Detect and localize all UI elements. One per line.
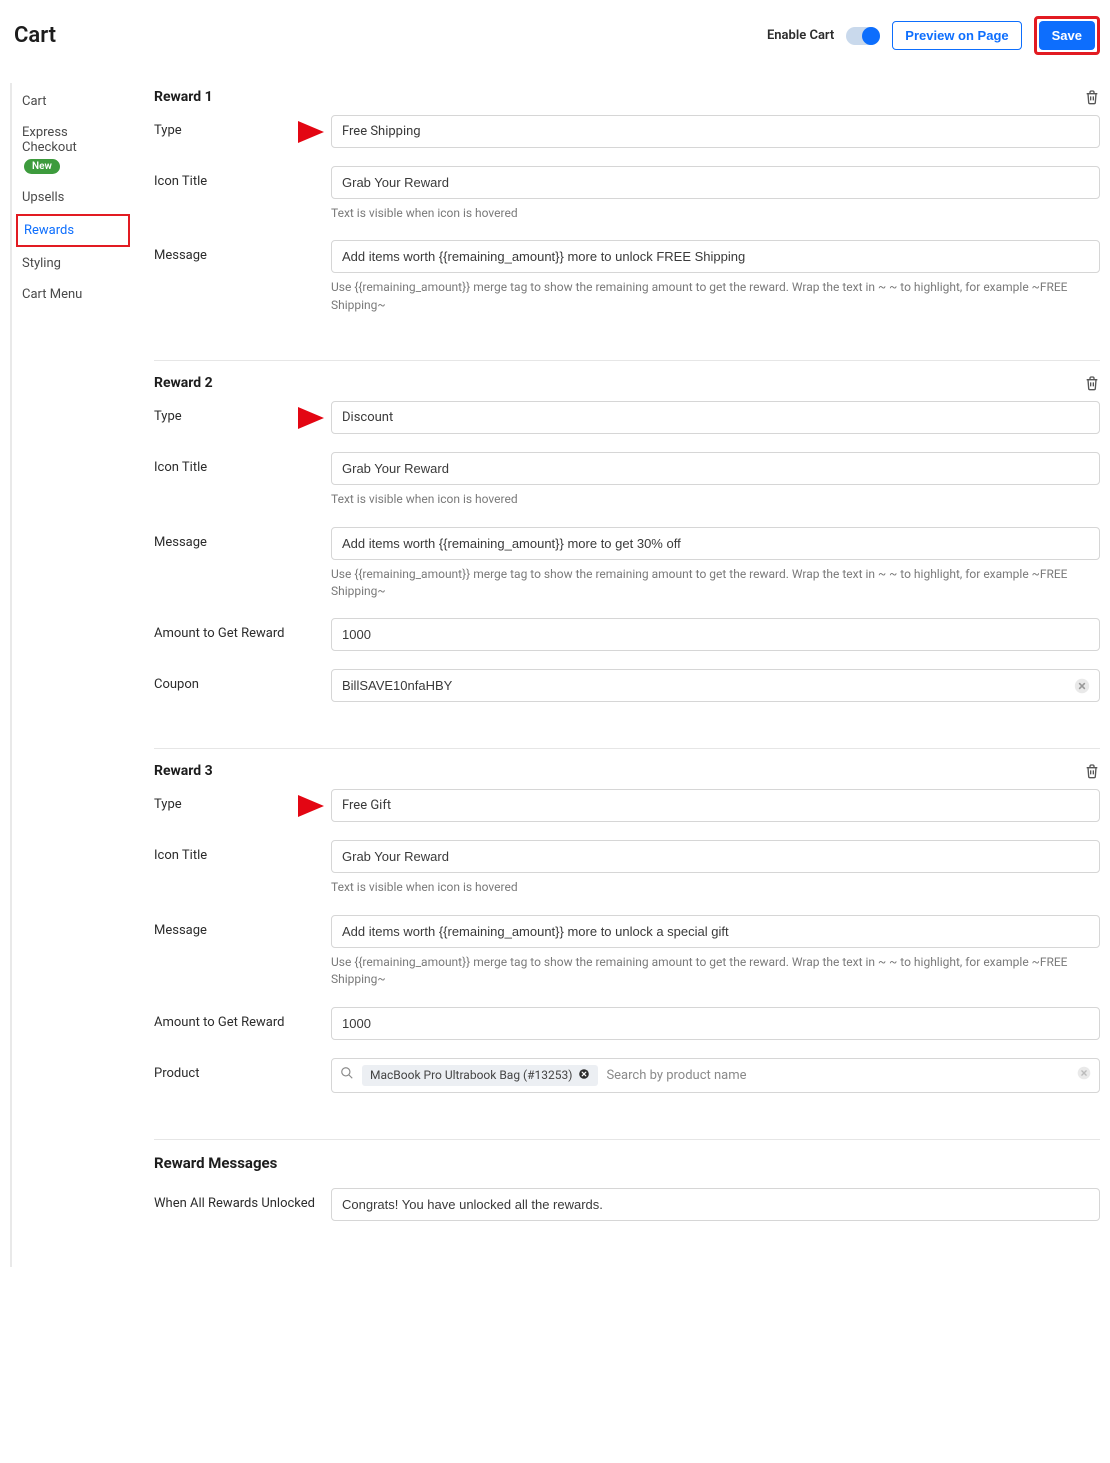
when-all-unlocked-input[interactable] <box>331 1188 1100 1221</box>
main-content: Reward 1 Type Free Shipping Icon Title <box>154 83 1100 1267</box>
search-icon <box>340 1066 354 1084</box>
icon-title-hint: Text is visible when icon is hovered <box>331 879 1100 896</box>
sidebar-item-upsells[interactable]: Upsells <box>16 183 130 212</box>
amount-input[interactable] <box>331 1007 1100 1040</box>
message-hint: Use {{remaining_amount}} merge tag to sh… <box>331 279 1100 314</box>
message-label: Message <box>154 240 319 263</box>
page-title: Cart <box>14 23 56 48</box>
reward-section-3: Reward 3 Type Free Gift Icon Title <box>154 748 1100 1138</box>
reward-title: Reward 2 <box>154 375 213 391</box>
remove-chip-icon[interactable] <box>578 1068 590 1083</box>
delete-reward-icon[interactable] <box>1084 763 1100 779</box>
icon-title-hint: Text is visible when icon is hovered <box>331 205 1100 222</box>
enable-cart-toggle[interactable] <box>846 27 880 45</box>
product-search-input[interactable]: MacBook Pro Ultrabook Bag (#13253) Searc… <box>331 1058 1100 1093</box>
save-button[interactable]: Save <box>1039 21 1095 50</box>
coupon-input[interactable] <box>331 669 1100 702</box>
clear-all-icon[interactable] <box>1077 1066 1091 1084</box>
clear-coupon-icon[interactable] <box>1074 678 1090 694</box>
type-label: Type <box>154 401 319 424</box>
reward-title: Reward 1 <box>154 89 213 105</box>
sidebar-item-express-checkout[interactable]: Express Checkout New <box>16 118 130 181</box>
icon-title-label: Icon Title <box>154 452 319 475</box>
type-select[interactable]: Free Gift <box>331 789 1100 822</box>
sidebar-item-label: Express Checkout <box>22 125 77 155</box>
sidebar-item-cart-menu[interactable]: Cart Menu <box>16 280 130 309</box>
icon-title-input[interactable] <box>331 840 1100 873</box>
reward-messages-title: Reward Messages <box>154 1154 1100 1172</box>
product-chip: MacBook Pro Ultrabook Bag (#13253) <box>362 1065 598 1086</box>
message-input[interactable] <box>331 915 1100 948</box>
sidebar-item-styling[interactable]: Styling <box>16 249 130 278</box>
sidebar-item-label: Cart <box>22 94 47 109</box>
message-label: Message <box>154 527 319 550</box>
product-search-placeholder: Search by product name <box>606 1068 1091 1083</box>
sidebar-item-label: Cart Menu <box>22 287 82 302</box>
preview-on-page-button[interactable]: Preview on Page <box>892 21 1021 50</box>
amount-label: Amount to Get Reward <box>154 1007 319 1030</box>
icon-title-input[interactable] <box>331 166 1100 199</box>
type-label: Type <box>154 115 319 138</box>
type-label: Type <box>154 789 319 812</box>
sidebar-item-rewards[interactable]: Rewards <box>16 214 130 247</box>
type-select[interactable]: Discount <box>331 401 1100 434</box>
amount-label: Amount to Get Reward <box>154 618 319 641</box>
reward-messages-section: Reward Messages When All Rewards Unlocke… <box>154 1139 1100 1267</box>
enable-cart-label: Enable Cart <box>767 28 834 43</box>
delete-reward-icon[interactable] <box>1084 89 1100 105</box>
amount-input[interactable] <box>331 618 1100 651</box>
icon-title-input[interactable] <box>331 452 1100 485</box>
reward-title: Reward 3 <box>154 763 213 779</box>
message-label: Message <box>154 915 319 938</box>
sidebar: Cart Express Checkout New Upsells Reward… <box>10 83 130 1267</box>
icon-title-hint: Text is visible when icon is hovered <box>331 491 1100 508</box>
reward-section-2: Reward 2 Type Discount Icon Title <box>154 360 1100 748</box>
product-chip-label: MacBook Pro Ultrabook Bag (#13253) <box>370 1068 572 1082</box>
when-all-unlocked-label: When All Rewards Unlocked <box>154 1188 319 1211</box>
reward-section-1: Reward 1 Type Free Shipping Icon Title <box>154 83 1100 360</box>
message-hint: Use {{remaining_amount}} merge tag to sh… <box>331 954 1100 989</box>
save-highlight: Save <box>1034 16 1100 55</box>
coupon-label: Coupon <box>154 669 319 692</box>
product-label: Product <box>154 1058 319 1081</box>
badge-new: New <box>24 159 60 174</box>
sidebar-item-label: Rewards <box>24 223 74 238</box>
delete-reward-icon[interactable] <box>1084 375 1100 391</box>
icon-title-label: Icon Title <box>154 840 319 863</box>
sidebar-item-cart[interactable]: Cart <box>16 87 130 116</box>
topbar: Cart Enable Cart Preview on Page Save <box>10 10 1100 73</box>
type-select[interactable]: Free Shipping <box>331 115 1100 148</box>
icon-title-label: Icon Title <box>154 166 319 189</box>
message-input[interactable] <box>331 240 1100 273</box>
message-hint: Use {{remaining_amount}} merge tag to sh… <box>331 566 1100 601</box>
message-input[interactable] <box>331 527 1100 560</box>
sidebar-item-label: Upsells <box>22 190 64 205</box>
sidebar-item-label: Styling <box>22 256 61 271</box>
